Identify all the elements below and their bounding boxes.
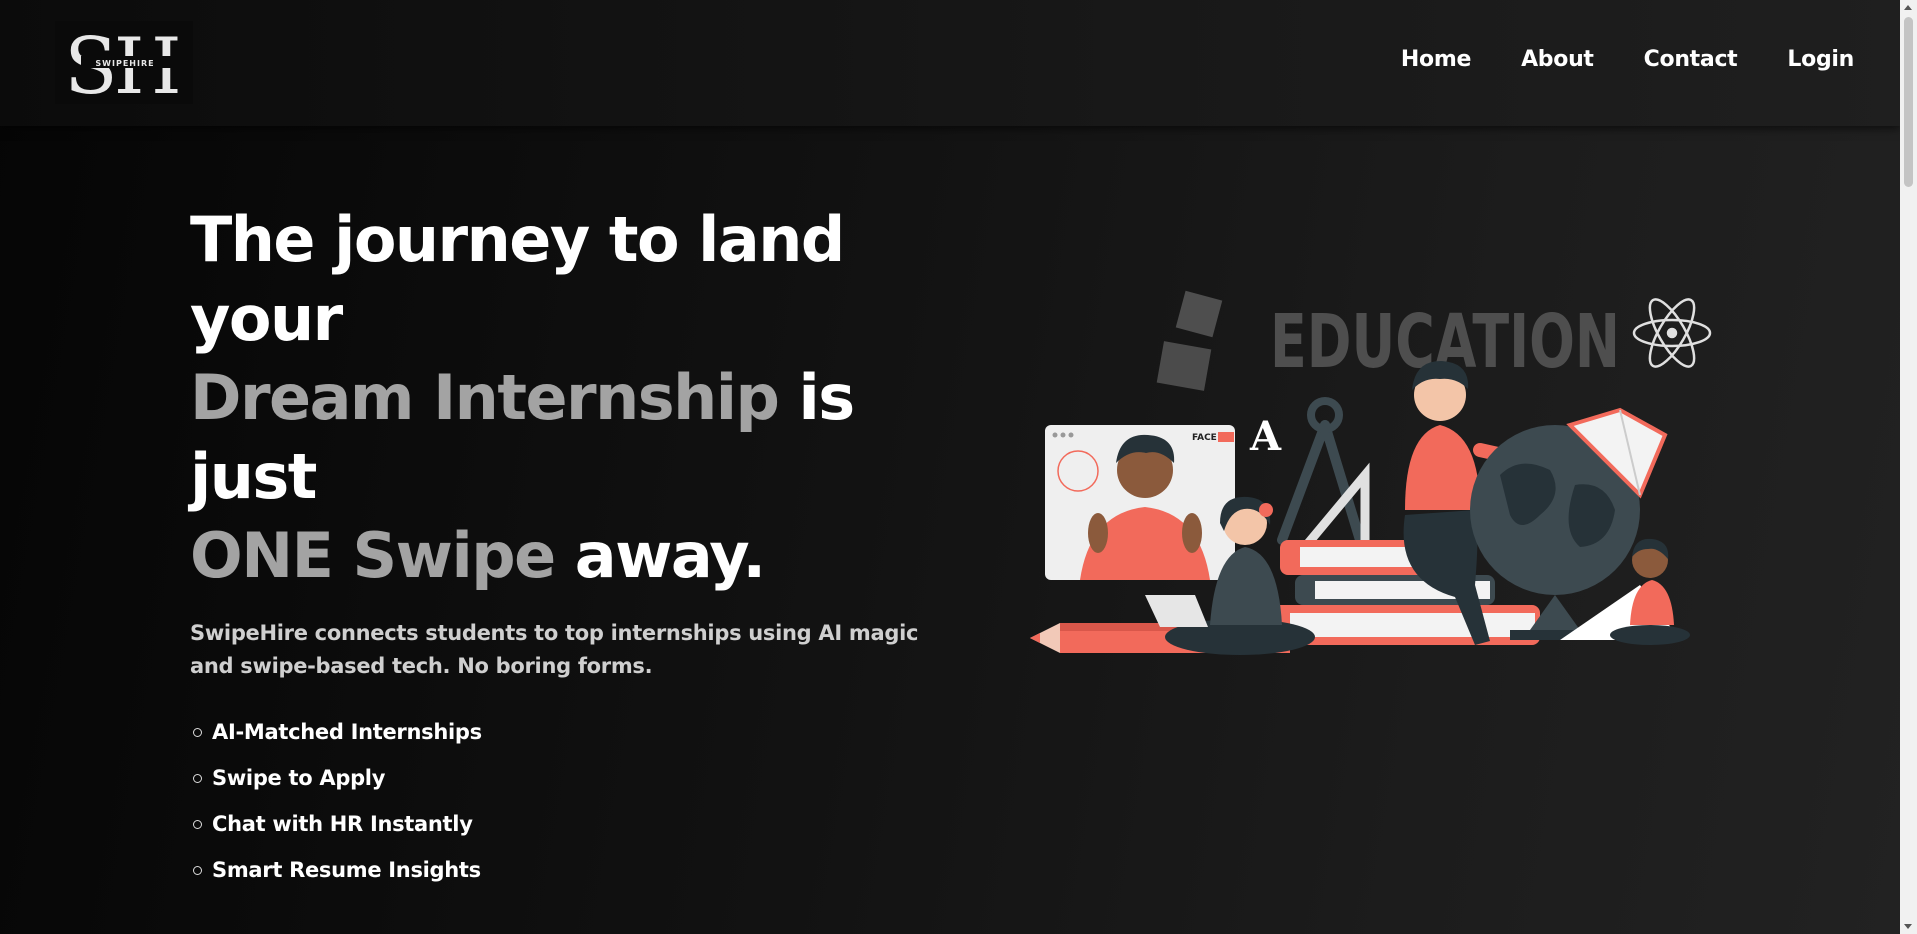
scroll-down-arrow-icon[interactable]	[1904, 924, 1912, 929]
bullet-icon	[193, 773, 202, 783]
feature-item: AI-Matched Internships	[190, 709, 990, 755]
headline-part1: The journey to land your	[190, 203, 845, 355]
feature-label: Swipe to Apply	[212, 766, 386, 790]
feature-item: Swipe to Apply	[190, 755, 990, 801]
nav-contact-link[interactable]: Contact	[1644, 47, 1738, 72]
video-call-window: FACE	[1045, 425, 1235, 580]
feature-label: Chat with HR Instantly	[212, 812, 473, 836]
nav-login-link[interactable]: Login	[1787, 47, 1854, 72]
hero-headline: The journey to land your Dream Internshi…	[190, 200, 990, 595]
nav-links: Home About Contact Login	[1401, 47, 1854, 72]
logo-subtext: SWIPEHIRE	[95, 59, 154, 68]
feature-label: AI-Matched Internships	[212, 720, 482, 744]
compass-icon	[1277, 397, 1365, 545]
feature-label: Smart Resume Insights	[212, 858, 481, 882]
page-scrollbar[interactable]	[1900, 0, 1917, 934]
logo[interactable]: SH SWIPEHIRE	[55, 21, 193, 104]
bullet-icon	[193, 727, 202, 737]
letter-a-text: A	[1249, 413, 1282, 460]
video-brand-text: FACE	[1192, 433, 1217, 443]
hero-subtitle: SwipeHire connects students to top inter…	[190, 621, 919, 678]
headline-accent-dream-internship: Dream Internship	[190, 361, 780, 434]
feature-list: AI-Matched Internships Swipe to Apply Ch…	[190, 709, 990, 893]
floating-square-icon	[1156, 341, 1212, 391]
education-illustration: EDUCATION FACE A	[1020, 285, 1720, 685]
scroll-up-arrow-icon[interactable]	[1904, 5, 1912, 10]
atom-icon	[1632, 298, 1712, 368]
logo-mark: SH SWIPEHIRE	[64, 22, 181, 104]
floating-square-icon	[1175, 290, 1223, 338]
bullet-icon	[193, 865, 202, 875]
nav-home-link[interactable]: Home	[1401, 47, 1471, 72]
education-illustration-svg: EDUCATION FACE A	[1030, 290, 1712, 655]
bullet-icon	[193, 819, 202, 829]
feature-item: Smart Resume Insights	[190, 847, 990, 893]
headline-part3: away.	[554, 519, 766, 592]
navbar: SH SWIPEHIRE Home About Contact Login	[0, 0, 1900, 126]
headline-accent-one-swipe: ONE Swipe	[190, 519, 556, 592]
hero-section: The journey to land your Dream Internshi…	[190, 200, 990, 893]
scroll-thumb[interactable]	[1904, 17, 1913, 187]
nav-about-link[interactable]: About	[1521, 47, 1594, 72]
feature-item: Chat with HR Instantly	[190, 801, 990, 847]
